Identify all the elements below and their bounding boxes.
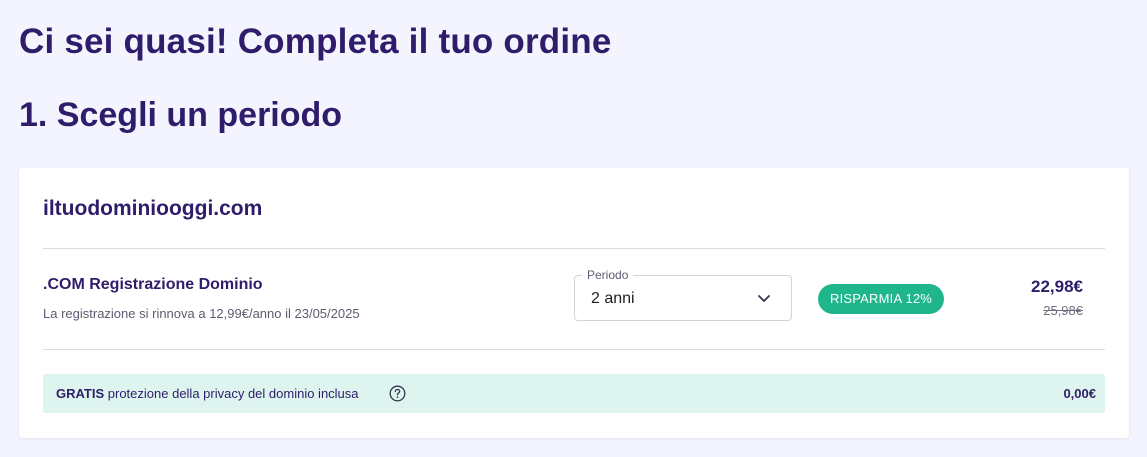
domain-card: iltuodominiooggi.com .COM Registrazione … (19, 168, 1129, 438)
privacy-description: protezione della privacy del dominio inc… (104, 386, 359, 401)
step-title: 1. Scegli un periodo (19, 96, 343, 134)
savings-badge: RISPARMIA 12% (818, 284, 945, 314)
domain-name: iltuodominiooggi.com (43, 197, 263, 220)
period-label: Periodo (582, 267, 634, 283)
chevron-down-icon (758, 295, 770, 302)
renewal-note: La registrazione si rinnova a 12,99€/ann… (43, 306, 360, 321)
privacy-price: 0,00€ (1063, 386, 1096, 401)
privacy-text: GRATIS protezione della privacy del domi… (56, 385, 359, 403)
divider (43, 248, 1105, 249)
period-select[interactable]: Periodo 2 anni (574, 267, 792, 321)
period-selected-value: 2 anni (591, 290, 635, 307)
privacy-free-label: GRATIS (56, 386, 105, 401)
divider (43, 349, 1105, 350)
page-title: Ci sei quasi! Completa il tuo ordine (19, 22, 612, 61)
question-circle-icon[interactable] (389, 385, 406, 402)
price-current: 22,98€ (1031, 277, 1083, 296)
privacy-protection-row: GRATIS protezione della privacy del domi… (43, 374, 1105, 413)
price-old: 25,98€ (1043, 303, 1083, 318)
product-name: .COM Registrazione Dominio (43, 276, 263, 293)
